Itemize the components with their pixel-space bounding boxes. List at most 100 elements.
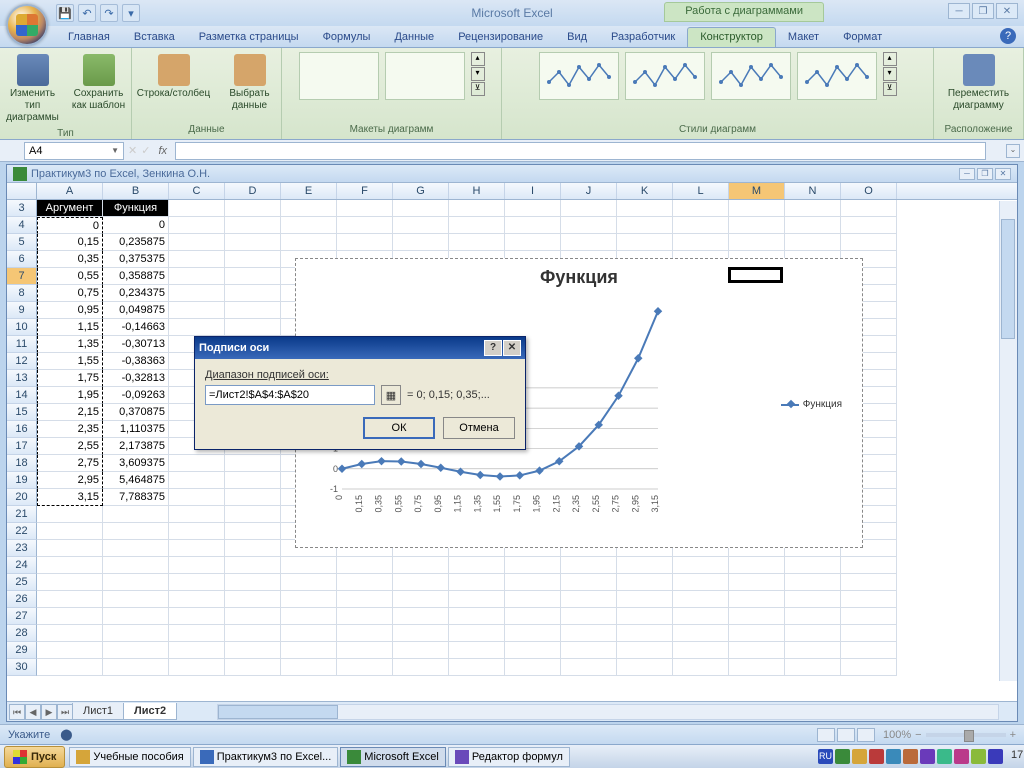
styles-down-icon[interactable]: ▾: [883, 67, 897, 81]
cell-O27[interactable]: [841, 608, 897, 625]
cell-A13[interactable]: 1,75: [37, 370, 103, 387]
vertical-scrollbar[interactable]: [999, 201, 1017, 681]
cell-H5[interactable]: [449, 234, 505, 251]
cell-D4[interactable]: [225, 217, 281, 234]
cell-H25[interactable]: [449, 574, 505, 591]
cell-N4[interactable]: [785, 217, 841, 234]
cell-B9[interactable]: 0,049875: [103, 302, 169, 319]
cell-A23[interactable]: [37, 540, 103, 557]
cell-G26[interactable]: [393, 591, 449, 608]
cell-G24[interactable]: [393, 557, 449, 574]
minimize-button[interactable]: ─: [948, 3, 970, 19]
ribbon-tab-8[interactable]: Конструктор: [687, 27, 776, 47]
cell-I29[interactable]: [505, 642, 561, 659]
cell-A16[interactable]: 2,35: [37, 421, 103, 438]
cell-N24[interactable]: [785, 557, 841, 574]
cell-O24[interactable]: [841, 557, 897, 574]
cell-I3[interactable]: [505, 200, 561, 217]
cell-I26[interactable]: [505, 591, 561, 608]
cell-A25[interactable]: [37, 574, 103, 591]
cell-C27[interactable]: [169, 608, 225, 625]
cell-C8[interactable]: [169, 285, 225, 302]
cell-A29[interactable]: [37, 642, 103, 659]
cell-D3[interactable]: [225, 200, 281, 217]
row-header-3[interactable]: 3: [7, 200, 37, 217]
cell-A30[interactable]: [37, 659, 103, 676]
cell-O4[interactable]: [841, 217, 897, 234]
col-header-D[interactable]: D: [225, 183, 281, 199]
cell-L29[interactable]: [673, 642, 729, 659]
cell-F26[interactable]: [337, 591, 393, 608]
qat-undo-icon[interactable]: ↶: [78, 4, 96, 22]
cell-D25[interactable]: [225, 574, 281, 591]
ok-button[interactable]: ОК: [363, 417, 435, 439]
cell-C24[interactable]: [169, 557, 225, 574]
row-header-11[interactable]: 11: [7, 336, 37, 353]
cell-A3[interactable]: Аргумент: [37, 200, 103, 217]
cell-E4[interactable]: [281, 217, 337, 234]
cell-C23[interactable]: [169, 540, 225, 557]
col-header-A[interactable]: A: [37, 183, 103, 199]
tray-icon[interactable]: [903, 749, 918, 764]
col-header-J[interactable]: J: [561, 183, 617, 199]
cell-B30[interactable]: [103, 659, 169, 676]
cell-F25[interactable]: [337, 574, 393, 591]
cell-B13[interactable]: -0,32813: [103, 370, 169, 387]
dialog-titlebar[interactable]: Подписи оси ? ✕: [195, 337, 525, 359]
wb-close-button[interactable]: ✕: [995, 168, 1011, 180]
cell-B6[interactable]: 0,375375: [103, 251, 169, 268]
cell-B4[interactable]: 0: [103, 217, 169, 234]
cell-K26[interactable]: [617, 591, 673, 608]
cell-A24[interactable]: [37, 557, 103, 574]
cell-I24[interactable]: [505, 557, 561, 574]
cell-N5[interactable]: [785, 234, 841, 251]
cell-D27[interactable]: [225, 608, 281, 625]
col-header-E[interactable]: E: [281, 183, 337, 199]
cell-N25[interactable]: [785, 574, 841, 591]
cell-B25[interactable]: [103, 574, 169, 591]
cell-C29[interactable]: [169, 642, 225, 659]
select-data-button[interactable]: Выбрать данные: [220, 52, 280, 114]
ribbon-tab-4[interactable]: Данные: [382, 28, 446, 47]
sheet-tab-Лист1[interactable]: Лист1: [72, 703, 124, 720]
cell-F5[interactable]: [337, 234, 393, 251]
cell-B19[interactable]: 5,464875: [103, 472, 169, 489]
cell-D8[interactable]: [225, 285, 281, 302]
cell-G4[interactable]: [393, 217, 449, 234]
cell-A26[interactable]: [37, 591, 103, 608]
cell-C5[interactable]: [169, 234, 225, 251]
cell-C3[interactable]: [169, 200, 225, 217]
cell-F24[interactable]: [337, 557, 393, 574]
cell-H29[interactable]: [449, 642, 505, 659]
cell-F28[interactable]: [337, 625, 393, 642]
row-header-7[interactable]: 7: [7, 268, 37, 285]
cell-B15[interactable]: 0,370875: [103, 404, 169, 421]
office-button[interactable]: [6, 4, 48, 46]
chart-style-3[interactable]: [797, 52, 877, 100]
cell-H4[interactable]: [449, 217, 505, 234]
row-header-14[interactable]: 14: [7, 387, 37, 404]
cell-F29[interactable]: [337, 642, 393, 659]
cell-F4[interactable]: [337, 217, 393, 234]
cell-F3[interactable]: [337, 200, 393, 217]
sheet-nav-last-icon[interactable]: ⏭: [57, 704, 73, 720]
cell-H3[interactable]: [449, 200, 505, 217]
cell-O28[interactable]: [841, 625, 897, 642]
cell-O30[interactable]: [841, 659, 897, 676]
cell-G5[interactable]: [393, 234, 449, 251]
cell-B5[interactable]: 0,235875: [103, 234, 169, 251]
wb-minimize-button[interactable]: ─: [959, 168, 975, 180]
cell-D9[interactable]: [225, 302, 281, 319]
cell-L25[interactable]: [673, 574, 729, 591]
cell-O3[interactable]: [841, 200, 897, 217]
cell-D10[interactable]: [225, 319, 281, 336]
cell-N3[interactable]: [785, 200, 841, 217]
cell-N26[interactable]: [785, 591, 841, 608]
chart-layout-1[interactable]: [299, 52, 379, 100]
chart-style-1[interactable]: [625, 52, 705, 100]
cell-D23[interactable]: [225, 540, 281, 557]
row-header-5[interactable]: 5: [7, 234, 37, 251]
ribbon-tab-5[interactable]: Рецензирование: [446, 28, 555, 47]
macro-record-icon[interactable]: ⬤: [60, 728, 72, 741]
row-header-10[interactable]: 10: [7, 319, 37, 336]
